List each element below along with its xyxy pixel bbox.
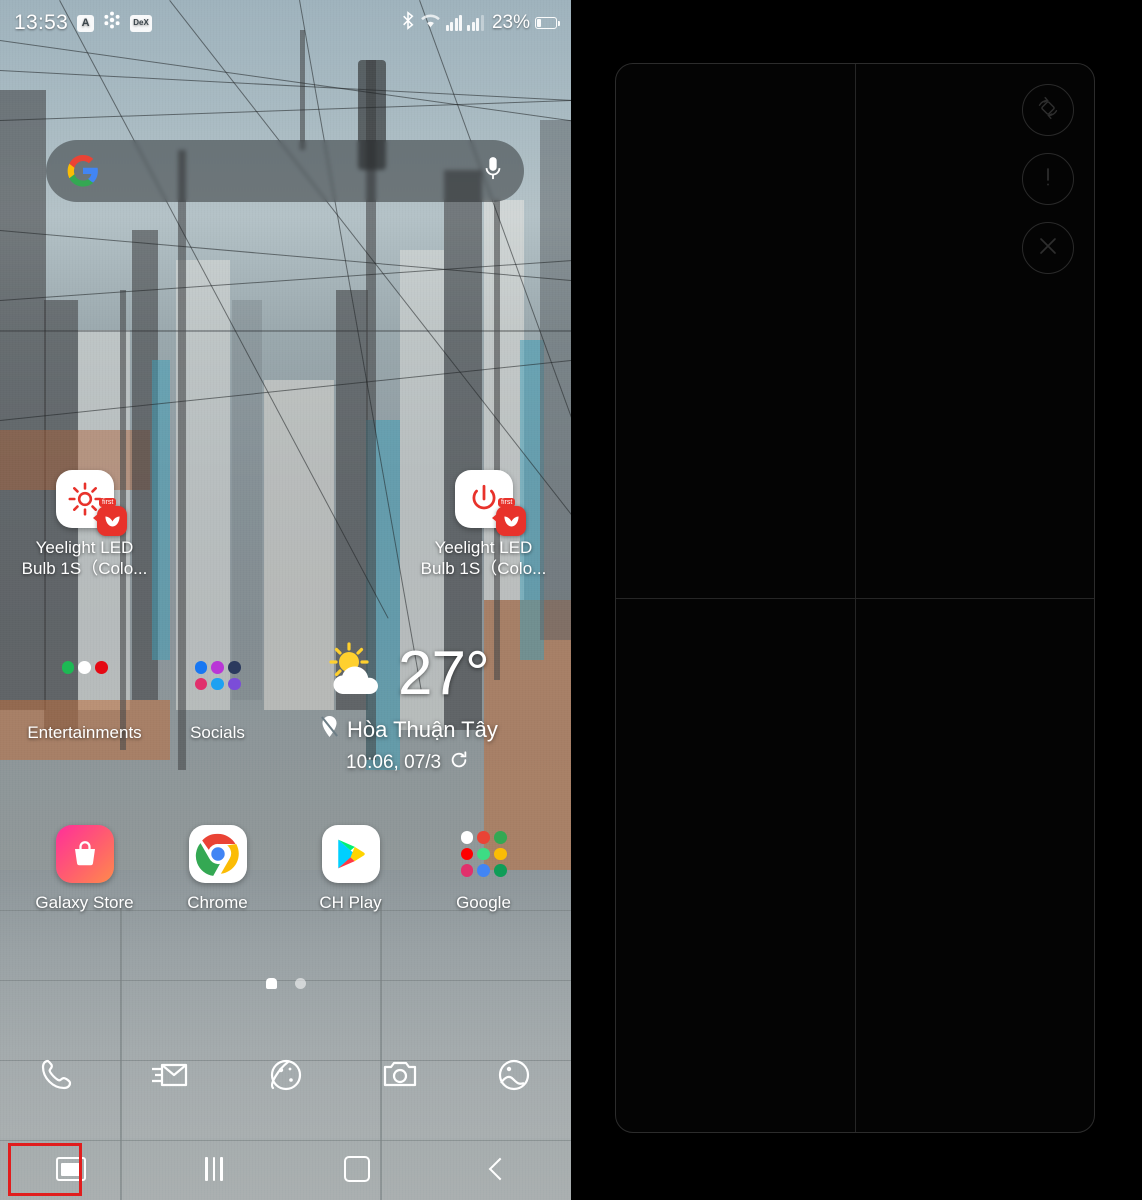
app-label: Chrome [187, 893, 248, 912]
shortcut-yeelight-power[interactable]: first Yeelight LED Bulb 1S（Colo... [417, 470, 550, 579]
screenshot-root: 13:53 A DeX 23% first Yeelight LED Bulb … [0, 0, 1142, 1200]
rotate-button[interactable] [1022, 84, 1074, 136]
battery-percent: 23% [491, 12, 530, 33]
navigation-bar [0, 1138, 571, 1200]
app-galaxy-store[interactable]: Galaxy Store [18, 825, 151, 913]
close-x-icon [1035, 233, 1061, 264]
page-dot[interactable] [294, 978, 306, 989]
weather-updated: 10:06, 07/3 [346, 752, 442, 773]
signal-icon [445, 15, 463, 31]
bluetooth-share-icon [103, 11, 121, 35]
shortcut-label: Yeelight LED Bulb 1S（Colo... [21, 538, 148, 578]
nav-home-button[interactable] [286, 1138, 429, 1200]
shortcut-label: Yeelight LED Bulb 1S（Colo... [420, 538, 547, 578]
weather-location: Hòa Thuận Tây [347, 716, 498, 742]
battery-icon [535, 17, 560, 29]
chrome-icon [188, 825, 247, 883]
recents-icon [205, 1157, 223, 1181]
nav-multi-window-button[interactable] [0, 1138, 143, 1200]
dock-phone[interactable] [0, 1040, 114, 1110]
panel-horizontal-divider [616, 598, 1094, 600]
panel-controls [1022, 84, 1074, 274]
page-indicator [0, 978, 571, 989]
wifi-icon [420, 12, 441, 35]
app-chrome[interactable]: Chrome [151, 825, 284, 913]
dex-icon: DeX [130, 14, 153, 32]
info-button[interactable] [1022, 153, 1074, 205]
folder-google[interactable]: Google [417, 825, 550, 913]
back-icon [488, 1157, 511, 1181]
nav-recents-button[interactable] [143, 1138, 286, 1200]
folder-label: Google [456, 893, 511, 912]
dock [0, 1040, 571, 1110]
folder-socials[interactable]: Socials [151, 655, 284, 743]
signal-icon [467, 15, 484, 31]
close-button[interactable] [1022, 222, 1074, 274]
location-pin-icon [320, 715, 339, 744]
panel-frame [615, 63, 1095, 1133]
dock-gallery[interactable] [457, 1040, 571, 1110]
google-folder-icon [455, 825, 513, 883]
home-page-dot[interactable] [265, 978, 277, 989]
dock-camera[interactable] [343, 1040, 457, 1110]
folder-label: Entertainments [27, 723, 142, 742]
microphone-icon[interactable] [482, 154, 504, 188]
google-search-widget[interactable] [46, 140, 524, 202]
multi-window-icon [56, 1157, 87, 1181]
dock-messages[interactable] [114, 1040, 228, 1110]
home-icon [343, 1156, 370, 1182]
app-label: CH Play [319, 893, 382, 912]
bluetooth-icon [401, 10, 415, 36]
play-store-icon [321, 825, 380, 883]
folder-preview [56, 655, 114, 713]
right-black-panel [571, 0, 1142, 1200]
status-clock: 13:53 [14, 11, 69, 34]
refresh-icon[interactable] [449, 750, 469, 776]
yeelight-badge: first [492, 498, 526, 536]
weather-temperature: 27° [398, 638, 490, 708]
alarm-a-icon: A [77, 14, 95, 32]
app-ch-play[interactable]: CH Play [284, 825, 417, 913]
folder-label: Socials [190, 723, 245, 742]
nav-back-button[interactable] [428, 1138, 571, 1200]
google-g-icon [66, 154, 100, 188]
status-bar: 13:53 A DeX 23% [0, 0, 571, 46]
shortcut-yeelight-brightness[interactable]: first Yeelight LED Bulb 1S（Colo... [18, 470, 151, 579]
phone-screen: 13:53 A DeX 23% first Yeelight LED Bulb … [0, 0, 571, 1200]
rotate-icon [1033, 93, 1063, 128]
dock-internet[interactable] [228, 1040, 342, 1110]
folder-entertainments[interactable]: Entertainments [18, 655, 151, 743]
galaxy-store-icon [55, 825, 114, 883]
folder-preview [189, 655, 247, 713]
yeelight-badge: first [93, 498, 127, 536]
partly-cloudy-icon [320, 640, 392, 707]
weather-widget[interactable]: 27° Hòa Thuận Tây 10:06, 07/3 [320, 640, 571, 776]
app-label: Galaxy Store [35, 893, 134, 912]
exclamation-icon [1035, 164, 1061, 195]
